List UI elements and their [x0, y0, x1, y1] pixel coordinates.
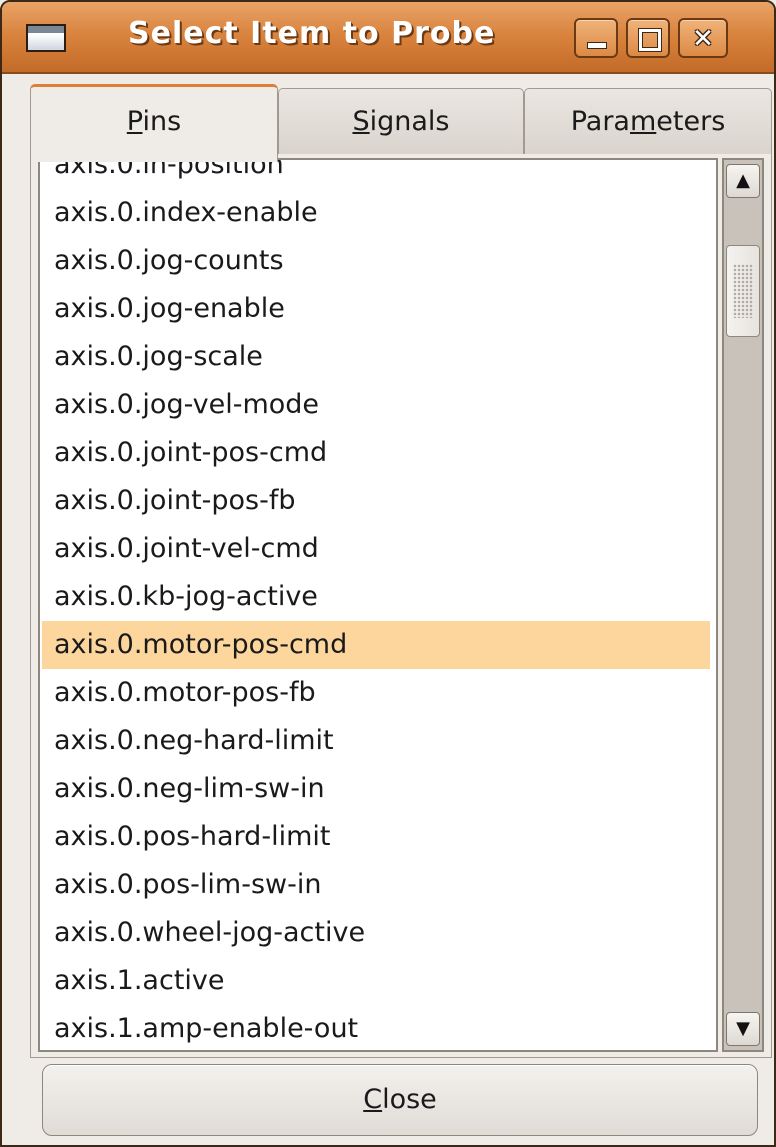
scroll-up-button[interactable]: ▲: [726, 164, 760, 198]
tab-signals[interactable]: Signals: [278, 88, 524, 156]
list-item[interactable]: axis.0.joint-pos-cmd: [42, 429, 710, 477]
title-bar[interactable]: Select Item to Probe ✕: [2, 2, 774, 74]
window-title: Select Item to Probe: [128, 16, 496, 51]
list-item[interactable]: axis.0.jog-counts: [42, 237, 710, 285]
list-item[interactable]: axis.0.wheel-jog-active: [42, 909, 710, 957]
list-item[interactable]: axis.0.in-position: [42, 160, 710, 189]
minimize-button[interactable]: [574, 18, 618, 58]
arrow-up-icon: ▲: [736, 170, 750, 191]
list-item[interactable]: axis.0.neg-lim-sw-in: [42, 765, 710, 813]
maximize-icon: [639, 29, 661, 51]
list-item[interactable]: axis.0.jog-scale: [42, 333, 710, 381]
close-icon: ✕: [692, 24, 714, 54]
list-item[interactable]: axis.0.jog-vel-mode: [42, 381, 710, 429]
tab-parameters-label: Parameters: [570, 106, 726, 137]
tab-pins[interactable]: Pins: [30, 84, 278, 162]
list-item[interactable]: axis.1.amp-enable-out: [42, 1005, 710, 1050]
close-button[interactable]: Close: [42, 1064, 758, 1136]
list-item[interactable]: axis.0.jog-enable: [42, 285, 710, 333]
pin-list[interactable]: axis.0.in-position axis.0.index-enable axi…: [38, 158, 718, 1052]
list-item[interactable]: axis.0.neg-hard-limit: [42, 717, 710, 765]
close-window-button[interactable]: ✕: [678, 18, 728, 58]
list-item[interactable]: axis.1.active: [42, 957, 710, 1005]
list-item[interactable]: axis.0.joint-pos-fb: [42, 477, 710, 525]
list-item[interactable]: axis.0.motor-pos-fb: [42, 669, 710, 717]
list-item[interactable]: axis.0.index-enable: [42, 189, 710, 237]
grip-icon: [733, 264, 753, 318]
tab-parameters[interactable]: Parameters: [524, 88, 772, 156]
minimize-icon: [587, 42, 607, 49]
list-item[interactable]: axis.0.kb-jog-active: [42, 573, 710, 621]
scroll-down-button[interactable]: ▼: [726, 1012, 760, 1046]
list-item[interactable]: axis.0.pos-hard-limit: [42, 813, 710, 861]
pin-list-items: axis.0.in-position axis.0.index-enable axi…: [42, 160, 710, 1050]
tab-bar: Pins Signals Parameters: [30, 84, 772, 162]
scrollbar-thumb[interactable]: [726, 245, 760, 337]
maximize-button[interactable]: [626, 18, 670, 58]
window-icon[interactable]: [26, 24, 66, 52]
close-button-label: Close: [363, 1084, 437, 1115]
vertical-scrollbar[interactable]: ▲ ▼: [722, 158, 764, 1052]
arrow-down-icon: ▼: [736, 1018, 750, 1039]
list-item[interactable]: axis.0.joint-vel-cmd: [42, 525, 710, 573]
tab-pins-label: Pins: [126, 106, 182, 137]
probe-dialog: Select Item to Probe ✕ Pins Signals Para…: [0, 0, 776, 1147]
list-item-selected[interactable]: axis.0.motor-pos-cmd: [42, 621, 710, 669]
tab-signals-label: Signals: [352, 106, 450, 137]
list-item[interactable]: axis.0.pos-lim-sw-in: [42, 861, 710, 909]
